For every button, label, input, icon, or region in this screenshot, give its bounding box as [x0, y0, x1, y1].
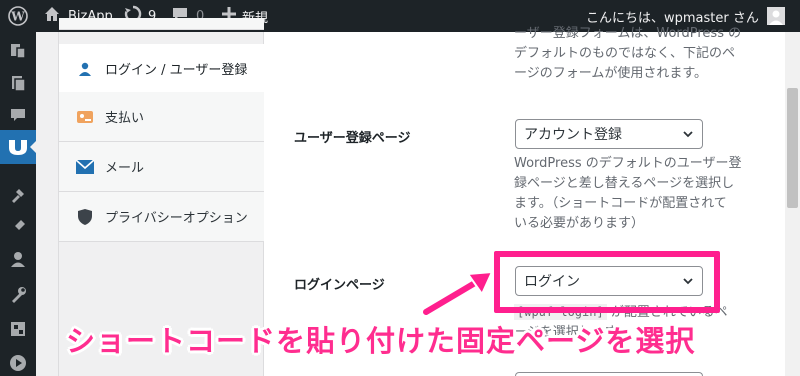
menu-comments-icon[interactable] [0, 98, 36, 132]
menu-media-play-icon[interactable] [0, 346, 36, 376]
desc-line: デフォルトのものではなく、下記のペ [514, 46, 736, 61]
desc-line: ージのフォームが使用されます。 [514, 66, 708, 81]
shield-icon [75, 207, 95, 227]
menu-user-frontend-icon[interactable] [0, 130, 37, 164]
menu-posts-icon[interactable] [0, 34, 36, 68]
next-select-partial[interactable] [515, 372, 703, 376]
menu-pages-icon[interactable] [0, 66, 36, 100]
tab-email[interactable]: メール [59, 142, 264, 192]
menu-tools-icon[interactable] [0, 278, 36, 312]
avatar [766, 7, 785, 25]
tab-privacy[interactable]: プライバシーオプション [59, 192, 264, 242]
desc-line: 録ページと差し替えるページを選択し [514, 176, 735, 191]
svg-text:W: W [10, 10, 25, 24]
current-menu-arrow [30, 140, 37, 154]
desc-line: ーザー登録フォームは、WordPress の [514, 26, 742, 41]
wordpress-logo-icon[interactable]: W [8, 0, 28, 32]
tab-label: 支払い [105, 111, 145, 126]
tab-previous-partial[interactable] [59, 18, 264, 30]
desc-line: ます。（ショートコードが配置されて [514, 196, 727, 211]
top-description: ーザー登録フォームは、WordPress の デフォルトのものではなく、下記のペ… [514, 24, 741, 84]
registration-page-select[interactable]: アカウント登録 [515, 119, 703, 149]
pointer-arrow-icon [421, 270, 494, 317]
home-icon [44, 6, 60, 26]
greeting: こんにちは、wpmaster さん [586, 10, 759, 26]
tab-label: プライバシーオプション [105, 211, 248, 226]
desc-line: いる必要があります） [514, 216, 645, 231]
highlight-box [494, 251, 720, 313]
mail-icon [75, 157, 95, 177]
chevron-down-icon [682, 128, 694, 144]
menu-settings-icon[interactable] [0, 312, 36, 346]
select-value: アカウント登録 [524, 127, 622, 143]
registration-page-label: ユーザー登録ページ [294, 131, 411, 146]
tab-payment[interactable]: 支払い [59, 92, 264, 142]
menu-appearance-icon[interactable] [0, 178, 36, 212]
admin-menu [0, 32, 37, 376]
scrollbar-thumb[interactable] [787, 88, 798, 208]
tab-login-registration[interactable]: ログイン / ユーザー登録 [59, 44, 264, 94]
registration-description: WordPress のデフォルトのユーザー登 録ページと差し替えるページを選択し… [514, 154, 742, 234]
menu-users-icon[interactable] [0, 242, 36, 276]
user-icon [75, 59, 95, 79]
login-page-label: ログインページ [294, 278, 385, 293]
tab-label: ログイン / ユーザー登録 [105, 63, 248, 78]
menu-plugins-icon[interactable] [0, 210, 36, 244]
payment-icon [75, 107, 95, 127]
desc-line: WordPress のデフォルトのユーザー登 [514, 156, 742, 171]
tab-label: メール [105, 161, 145, 176]
annotation-banner: ショートコードを貼り付けた固定ページを選択 [66, 324, 696, 358]
